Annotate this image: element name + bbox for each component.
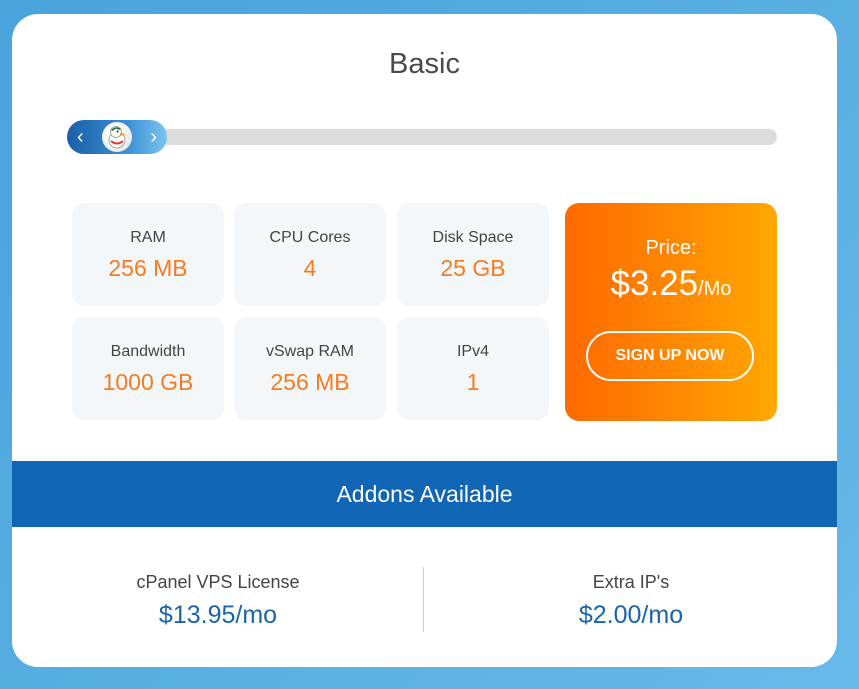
spec-ipv4: IPv4 1 bbox=[397, 317, 549, 420]
spec-label: vSwap RAM bbox=[265, 343, 355, 360]
spec-ram: RAM 256 MB bbox=[72, 203, 224, 306]
spec-label: RAM bbox=[130, 229, 166, 246]
spec-value: 4 bbox=[303, 255, 317, 281]
duck-mascot-icon bbox=[102, 122, 132, 152]
addon-price: $13.95/mo bbox=[158, 601, 278, 629]
addon-extra-ip: Extra IP's $2.00/mo bbox=[425, 572, 837, 630]
addon-name: cPanel VPS License bbox=[136, 572, 300, 592]
spec-vswap-ram: vSwap RAM 256 MB bbox=[234, 317, 386, 420]
plan-slider-handle[interactable]: ‹ › bbox=[67, 120, 167, 154]
addon-name: Extra IP's bbox=[592, 572, 670, 592]
spec-bandwidth: Bandwidth 1000 GB bbox=[72, 317, 224, 420]
addon-price: $2.00/mo bbox=[578, 601, 684, 629]
spec-value: 25 GB bbox=[440, 255, 506, 281]
spec-value: 256 MB bbox=[270, 369, 350, 395]
spec-value: 1000 GB bbox=[102, 369, 194, 395]
chevron-left-icon[interactable]: ‹ bbox=[77, 127, 84, 147]
spec-value: 1 bbox=[466, 369, 480, 395]
addons-header: Addons Available bbox=[12, 461, 837, 527]
spec-label: Disk Space bbox=[432, 229, 514, 246]
spec-disk-space: Disk Space 25 GB bbox=[397, 203, 549, 306]
price-amount: $3.25 bbox=[610, 264, 699, 303]
price-label: Price: bbox=[645, 237, 697, 259]
addon-divider bbox=[423, 567, 424, 632]
spec-label: IPv4 bbox=[456, 343, 489, 360]
price-value: $3.25/Mo bbox=[565, 264, 777, 304]
spec-value: 256 MB bbox=[108, 255, 188, 281]
plan-slider-track[interactable] bbox=[67, 129, 777, 145]
chevron-right-icon[interactable]: › bbox=[150, 127, 157, 147]
plan-card: Basic ‹ › RAM 256 MB CPU Cores 4 Disk Sp… bbox=[12, 14, 837, 667]
sign-up-button[interactable]: SIGN UP NOW bbox=[586, 331, 754, 381]
price-box: Price: $3.25/Mo SIGN UP NOW bbox=[565, 203, 777, 421]
plan-title: Basic bbox=[389, 48, 460, 80]
spec-cpu-cores: CPU Cores 4 bbox=[234, 203, 386, 306]
price-period: /Mo bbox=[698, 278, 732, 300]
addon-cpanel: cPanel VPS License $13.95/mo bbox=[12, 572, 424, 630]
spec-label: CPU Cores bbox=[269, 229, 351, 246]
spec-label: Bandwidth bbox=[110, 343, 186, 360]
